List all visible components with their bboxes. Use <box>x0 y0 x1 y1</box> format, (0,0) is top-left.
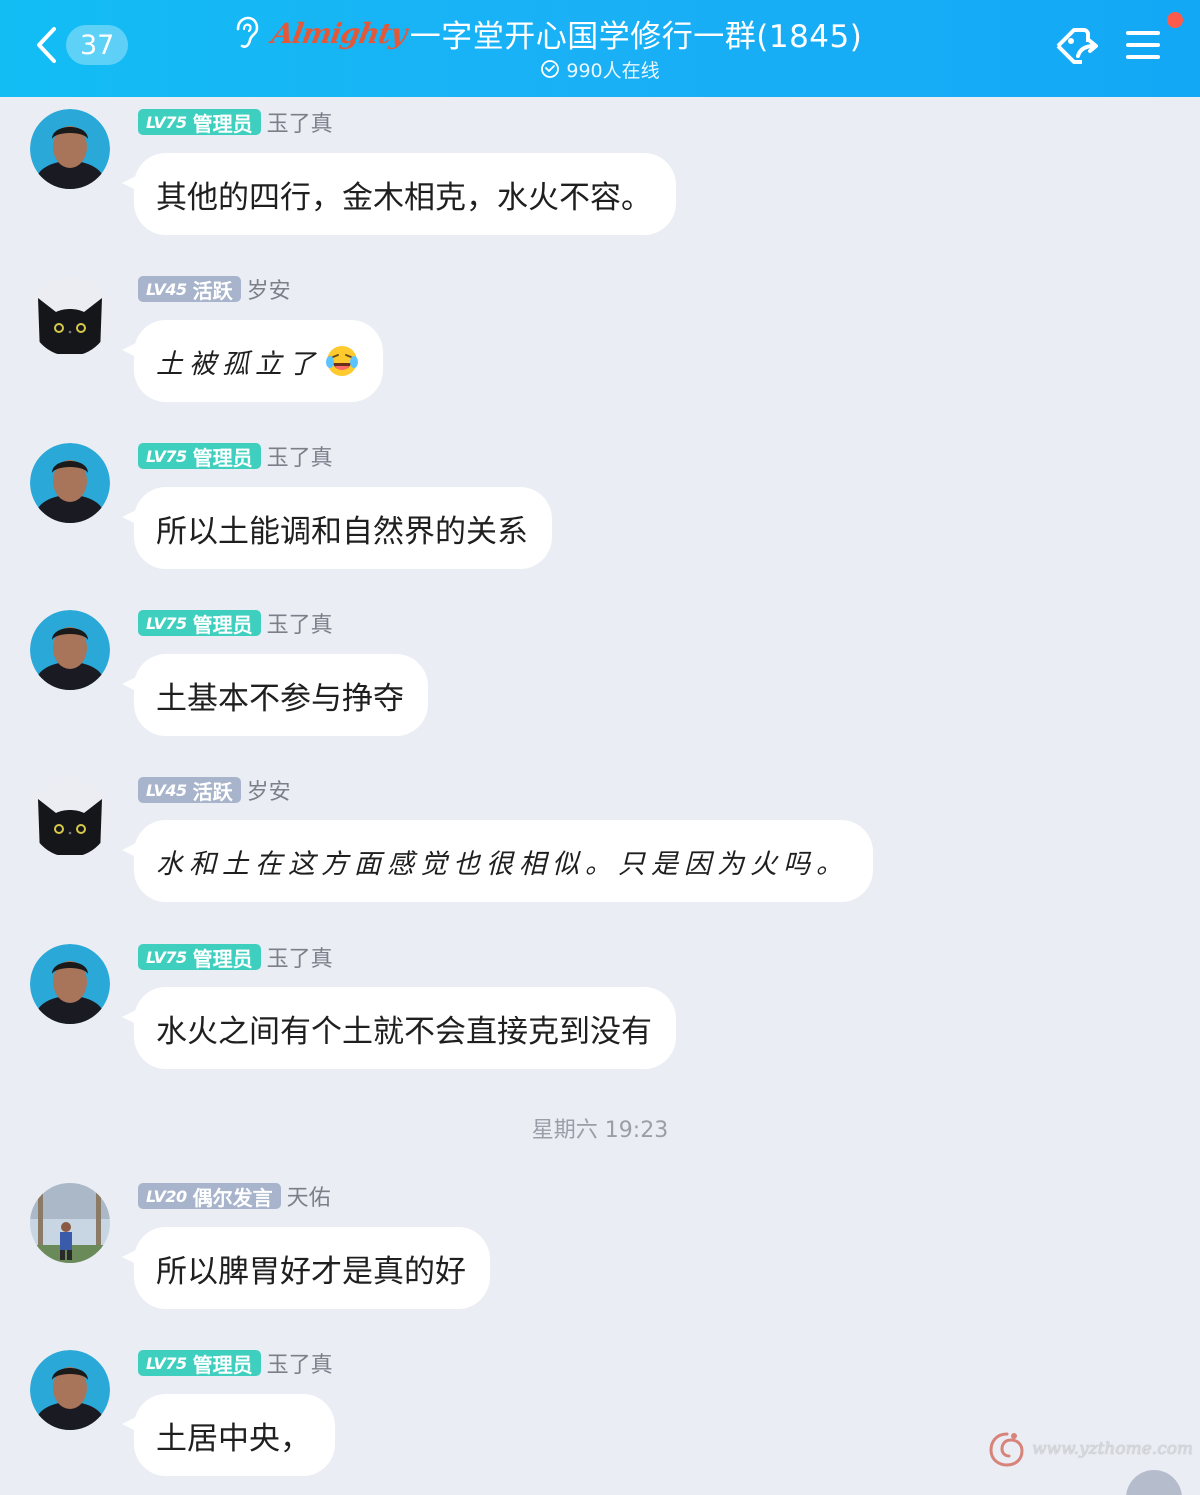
sender-meta: LV45 活跃 岁安 <box>138 774 291 806</box>
avatar[interactable] <box>30 944 110 1024</box>
watermark-text: www.yzthome.com <box>1032 1439 1194 1459</box>
notification-dot <box>1167 12 1183 28</box>
avatar[interactable] <box>30 610 110 690</box>
message-text: 水和土在这方面感觉也很相似。只是因为火吗。 <box>156 848 849 880</box>
message-bubble[interactable]: 土居中央， <box>134 1394 335 1476</box>
sender-meta: LV20 偶尔发言 天佑 <box>138 1180 331 1212</box>
check-circle-icon <box>541 60 560 78</box>
level-badge: LV45 活跃 <box>138 276 241 303</box>
title-row: Almighty 一字堂开心国学修行一群(1845) <box>228 10 862 56</box>
avatar[interactable] <box>30 777 110 857</box>
message-bubble[interactable]: 土被孤立了 <box>134 320 383 402</box>
online-status: 990人在线 <box>0 56 1200 82</box>
sender-name[interactable]: 玉了真 <box>267 607 333 639</box>
sender-name[interactable]: 天佑 <box>287 1180 331 1212</box>
message-bubble[interactable]: 土基本不参与挣夺 <box>134 654 428 736</box>
level-badge: LV75 管理员 <box>138 610 261 637</box>
level-badge: LV20 偶尔发言 <box>138 1183 281 1210</box>
sender-meta: LV75 管理员 玉了真 <box>138 106 333 138</box>
watermark: www.yzthome.com <box>986 1426 1193 1472</box>
avatar[interactable] <box>30 276 110 356</box>
message-text: 所以脾胃好才是真的好 <box>156 1253 466 1290</box>
message-text: 水火之间有个土就不会直接克到没有 <box>156 1013 652 1050</box>
scroll-to-bottom-button[interactable] <box>1126 1470 1182 1495</box>
message-bubble[interactable]: 水和土在这方面感觉也很相似。只是因为火吗。 <box>134 820 873 902</box>
level-badge: LV75 管理员 <box>138 443 261 470</box>
laughing-tears-emoji-icon <box>325 344 359 378</box>
brand-logo: Almighty <box>269 16 409 50</box>
message-bubble[interactable]: 其他的四行，金木相克，水火不容。 <box>134 153 676 235</box>
message-bubble[interactable]: 所以土能调和自然界的关系 <box>134 487 552 569</box>
sender-name[interactable]: 玉了真 <box>267 106 333 138</box>
chat-header: 37 Almighty 一字堂开心国学修行一群(1845) 990人在线 <box>0 0 1200 97</box>
watermark-logo-icon <box>986 1428 1028 1470</box>
sender-meta: LV75 管理员 玉了真 <box>138 440 333 472</box>
level-badge: LV75 管理员 <box>138 1350 261 1377</box>
level-badge: LV75 管理员 <box>138 109 261 136</box>
level-badge: LV75 管理员 <box>138 944 261 971</box>
message-bubble[interactable]: 所以脾胃好才是真的好 <box>134 1227 490 1309</box>
share-icon[interactable] <box>1050 22 1104 72</box>
timestamp-divider: 星期六 19:23 <box>531 1118 669 1143</box>
sender-name[interactable]: 玉了真 <box>267 1347 333 1379</box>
sender-meta: LV75 管理员 玉了真 <box>138 1347 333 1379</box>
sender-meta: LV75 管理员 玉了真 <box>138 941 333 973</box>
sender-name[interactable]: 玉了真 <box>267 440 333 472</box>
sender-name[interactable]: 岁安 <box>247 774 291 806</box>
group-title[interactable]: 一字堂开心国学修行一群(1845) <box>410 11 863 56</box>
message-text: 其他的四行，金木相克，水火不容。 <box>156 179 652 216</box>
message-text: 土居中央， <box>156 1420 311 1457</box>
message-text: 土被孤立了 <box>156 348 321 380</box>
avatar[interactable] <box>30 1350 110 1430</box>
sender-name[interactable]: 玉了真 <box>267 941 333 973</box>
message-text: 土基本不参与挣夺 <box>156 680 404 717</box>
hamburger-menu-icon[interactable] <box>1124 26 1162 64</box>
sender-meta: LV75 管理员 玉了真 <box>138 607 333 639</box>
sender-name[interactable]: 岁安 <box>247 273 291 305</box>
message-bubble[interactable]: 水火之间有个土就不会直接克到没有 <box>134 987 676 1069</box>
sender-meta: LV45 活跃 岁安 <box>138 273 291 305</box>
avatar[interactable] <box>30 1183 110 1263</box>
online-count: 990人在线 <box>566 59 660 82</box>
ear-icon <box>228 13 262 53</box>
avatar[interactable] <box>30 109 110 189</box>
avatar[interactable] <box>30 443 110 523</box>
level-badge: LV45 活跃 <box>138 777 241 804</box>
message-text: 所以土能调和自然界的关系 <box>156 513 528 550</box>
